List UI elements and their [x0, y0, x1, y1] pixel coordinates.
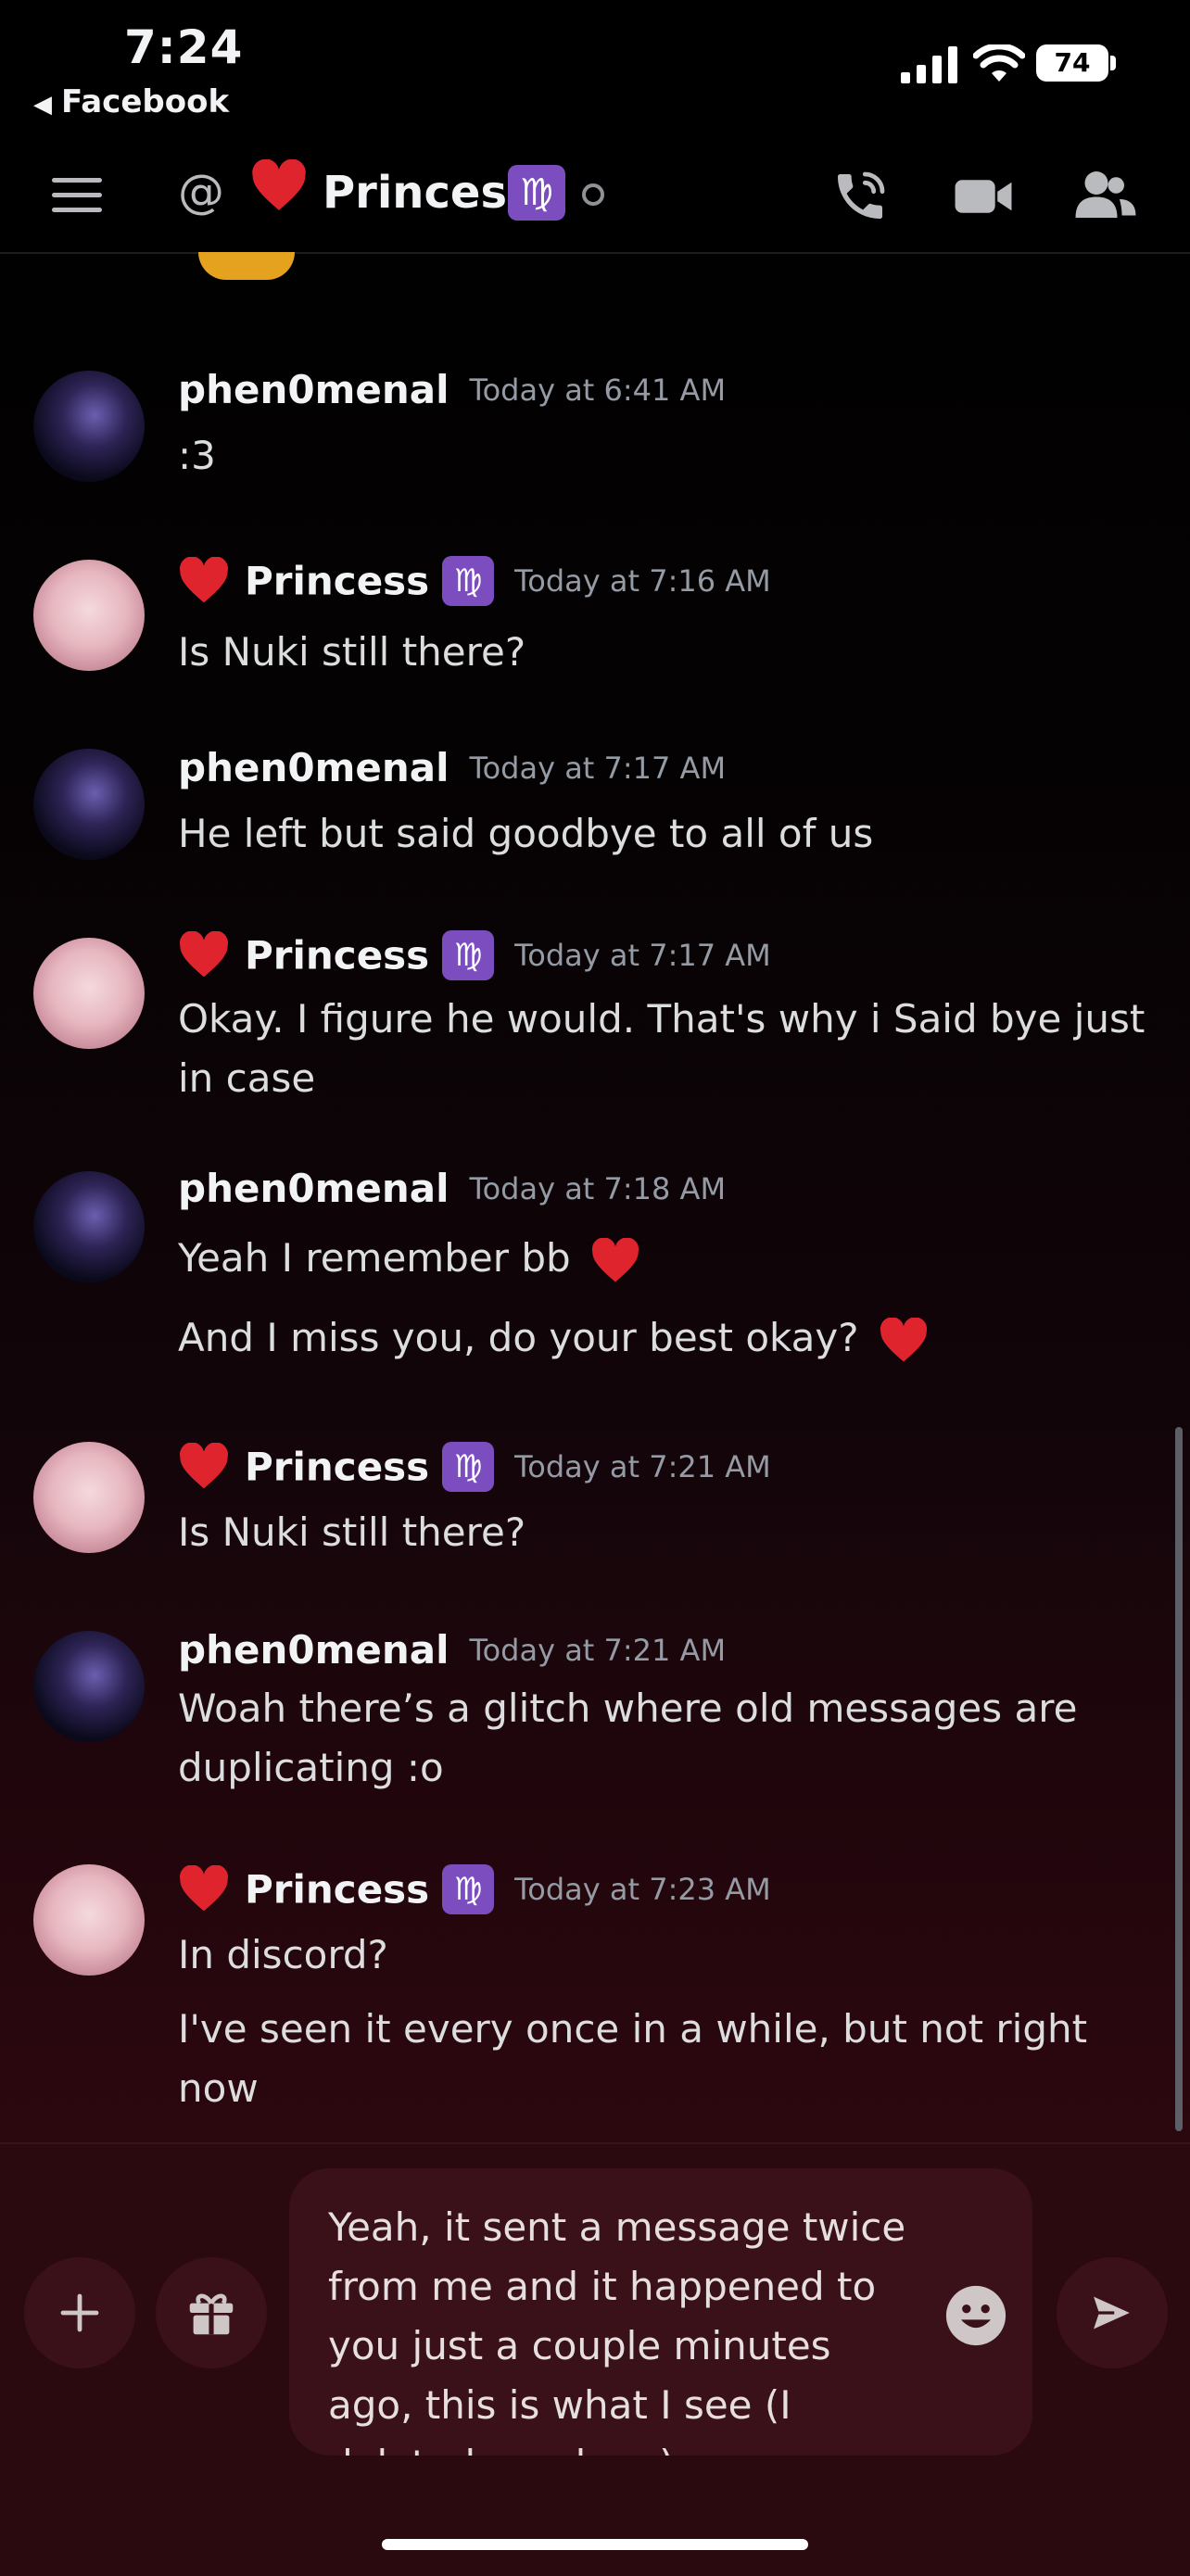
virgo-sign-icon: ♍ [442, 1864, 495, 1914]
red-heart-icon [180, 1864, 228, 1912]
message-text: Is Nuki still there? [178, 629, 526, 675]
message-header: Princess ♍ Today at 7:23 AM [178, 1864, 771, 1914]
gift-icon [189, 2293, 234, 2335]
cellular-signal-icon [901, 46, 957, 83]
plus-icon [60, 2293, 99, 2332]
members-icon[interactable] [1075, 167, 1136, 222]
avatar[interactable] [33, 938, 145, 1049]
send-button[interactable] [1057, 2257, 1168, 2368]
status-bar: 7:24 ◀ Facebook 74 [0, 0, 1190, 139]
message-text: Woah there’s a glitch where old messages… [178, 1686, 1078, 1790]
red-heart-icon [180, 556, 228, 603]
author-name[interactable]: phen0menal [178, 1166, 449, 1211]
message-text: I've seen it every once in a while, but … [178, 2006, 1088, 2111]
avatar[interactable] [33, 1631, 145, 1742]
red-heart-icon [180, 930, 228, 978]
author-name[interactable]: Princess [245, 1867, 429, 1913]
author-name[interactable]: phen0menal [178, 1627, 449, 1673]
partial-emoji-image [198, 252, 295, 280]
message-text: In discord? [178, 1932, 388, 1977]
virgo-sign-icon: ♍ [442, 930, 495, 980]
avatar[interactable] [33, 1171, 145, 1282]
message-text: Yeah I remember bb [178, 1235, 571, 1281]
message-timestamp: Today at 7:17 AM [514, 938, 771, 973]
message-timestamp: Today at 7:23 AM [514, 1872, 771, 1907]
message-input-text[interactable]: Yeah, it sent a message twice from me an… [328, 2198, 921, 2456]
message-timestamp: Today at 7:21 AM [514, 1449, 771, 1484]
message-text: Okay. I figure he would. That's why i Sa… [178, 996, 1146, 1101]
message-timestamp: Today at 7:21 AM [469, 1632, 727, 1668]
send-icon [1088, 2291, 1137, 2335]
avatar[interactable] [33, 371, 145, 482]
red-heart-icon [252, 159, 306, 210]
video-camera-icon[interactable] [953, 172, 1014, 221]
call-icon[interactable] [830, 167, 890, 226]
message-header: Princess ♍ Today at 7:17 AM [178, 930, 771, 980]
red-heart-icon [880, 1316, 927, 1361]
message-text: And I miss you, do your best okay? [178, 1315, 859, 1360]
avatar[interactable] [33, 1442, 145, 1553]
back-to-app-link[interactable]: ◀ Facebook [33, 83, 229, 120]
message-timestamp: Today at 7:17 AM [469, 750, 727, 786]
wifi-icon [973, 44, 1025, 82]
virgo-sign-icon: ♍ [442, 1442, 495, 1492]
virgo-sign-icon: ♍ [508, 165, 565, 221]
author-name[interactable]: phen0menal [178, 367, 449, 412]
message-timestamp: Today at 6:41 AM [469, 372, 727, 408]
battery-indicator: 74 [1036, 44, 1108, 82]
message-timestamp: Today at 7:18 AM [469, 1170, 727, 1206]
virgo-sign-icon: ♍ [442, 556, 495, 606]
message-header: phen0menal Today at 7:18 AM [178, 1166, 726, 1211]
avatar[interactable] [33, 1864, 145, 1976]
red-heart-icon [180, 1442, 228, 1489]
message-header: phen0menal Today at 7:17 AM [178, 745, 726, 790]
author-name[interactable]: phen0menal [178, 745, 449, 790]
scrollbar[interactable] [1175, 1427, 1183, 2131]
red-heart-icon [591, 1236, 639, 1282]
message-header: phen0menal Today at 6:41 AM [178, 367, 726, 412]
offline-status-icon [582, 183, 604, 206]
back-app-label: Facebook [61, 83, 230, 120]
message-text: Is Nuki still there? [178, 1509, 526, 1555]
avatar[interactable] [33, 560, 145, 671]
message-text: :3 [178, 433, 216, 478]
message-header: Princess ♍ Today at 7:21 AM [178, 1442, 771, 1492]
home-indicator[interactable] [382, 2539, 808, 2550]
emoji-picker-icon[interactable] [943, 2283, 1008, 2348]
message-header: Princess ♍ Today at 7:16 AM [178, 556, 771, 606]
message-line: And I miss you, do your best okay? [178, 1308, 1160, 1368]
avatar[interactable] [33, 749, 145, 860]
back-triangle-icon: ◀ [33, 91, 52, 119]
channel-header: @ Princess ♍ [0, 139, 1190, 254]
add-attachment-button[interactable] [24, 2257, 135, 2368]
gift-button[interactable] [156, 2257, 267, 2368]
author-name[interactable]: Princess [245, 559, 429, 604]
clock: 7:24 [124, 20, 244, 74]
author-name[interactable]: Princess [245, 1445, 429, 1490]
message-timestamp: Today at 7:16 AM [514, 563, 771, 599]
author-name[interactable]: Princess [245, 933, 429, 979]
message-text: He left but said goodbye to all of us [178, 811, 874, 856]
message-header: phen0menal Today at 7:21 AM [178, 1627, 726, 1673]
message-input[interactable]: Yeah, it sent a message twice from me an… [289, 2168, 1032, 2456]
channel-name[interactable]: Princess [323, 167, 534, 219]
message-line: Yeah I remember bb [178, 1229, 1160, 1288]
hamburger-menu-icon[interactable] [52, 178, 102, 213]
battery-nub [1110, 56, 1116, 70]
at-icon: @ [178, 165, 224, 219]
